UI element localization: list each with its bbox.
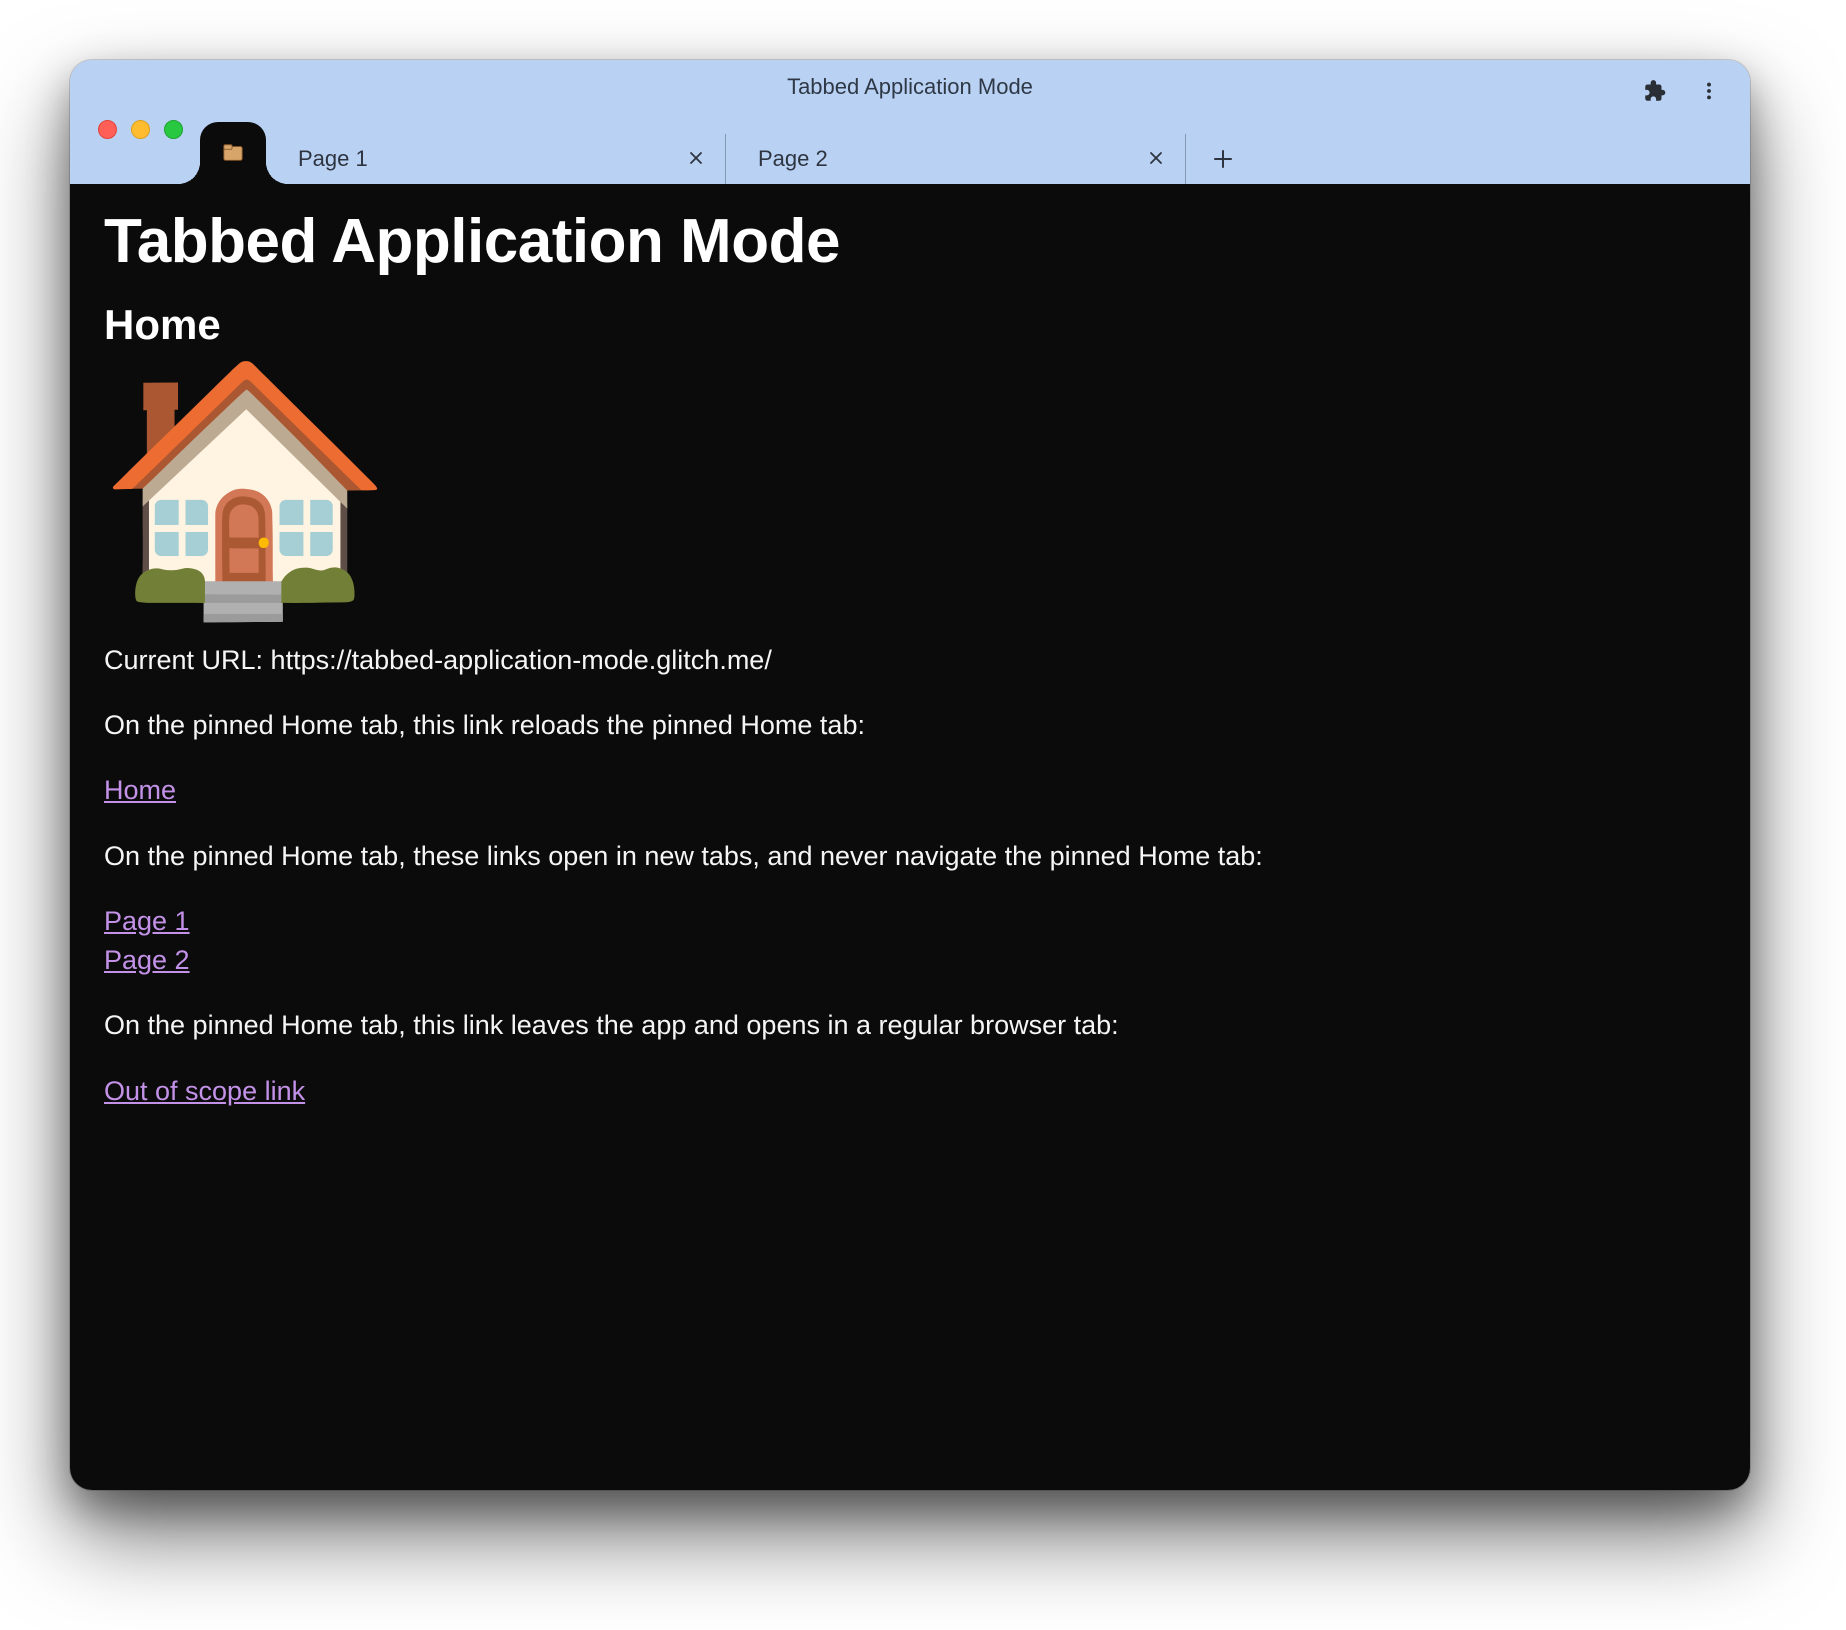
link-page-2[interactable]: Page 2	[104, 945, 190, 975]
page-subtitle: Home	[104, 301, 1716, 349]
window-maximize-button[interactable]	[164, 120, 183, 139]
paragraph-leave: On the pinned Home tab, this link leaves…	[104, 1008, 1716, 1043]
tabs-favicon-icon	[221, 141, 245, 165]
traffic-lights	[98, 120, 183, 139]
paragraph-newtabs: On the pinned Home tab, these links open…	[104, 839, 1716, 874]
extensions-button[interactable]	[1634, 70, 1676, 112]
link-out-of-scope[interactable]: Out of scope link	[104, 1076, 305, 1106]
close-icon	[1148, 146, 1164, 172]
tab-close-button[interactable]	[1141, 144, 1171, 174]
tab-label: Page 1	[298, 146, 681, 172]
window-close-button[interactable]	[98, 120, 117, 139]
puzzle-piece-icon	[1642, 78, 1668, 104]
tab-page-2[interactable]: Page 2	[726, 134, 1186, 184]
current-url-line: Current URL: https://tabbed-application-…	[104, 643, 1716, 678]
close-icon	[688, 146, 704, 172]
tab-label: Page 2	[758, 146, 1141, 172]
kebab-menu-icon	[1698, 80, 1720, 102]
title-actions	[1634, 70, 1730, 112]
page-title: Tabbed Application Mode	[104, 206, 1716, 277]
tab-strip: Page 1 Page 2	[200, 122, 1750, 184]
pinned-home-tab[interactable]	[200, 122, 266, 184]
app-menu-button[interactable]	[1688, 70, 1730, 112]
house-icon: 🏠	[96, 367, 395, 607]
paragraph-reload: On the pinned Home tab, this link reload…	[104, 708, 1716, 743]
new-tab-button[interactable]	[1200, 138, 1246, 184]
window-title: Tabbed Application Mode	[70, 74, 1750, 100]
page-content: Tabbed Application Mode Home 🏠 Current U…	[70, 184, 1750, 1490]
titlebar: Tabbed Application Mode	[70, 60, 1750, 184]
tab-page-1[interactable]: Page 1	[266, 134, 726, 184]
link-page-1[interactable]: Page 1	[104, 906, 190, 936]
tab-close-button[interactable]	[681, 144, 711, 174]
app-window: Tabbed Application Mode	[70, 60, 1750, 1490]
window-minimize-button[interactable]	[131, 120, 150, 139]
plus-icon	[1213, 149, 1233, 174]
link-home[interactable]: Home	[104, 775, 176, 805]
hero-image: 🏠	[104, 367, 1716, 607]
